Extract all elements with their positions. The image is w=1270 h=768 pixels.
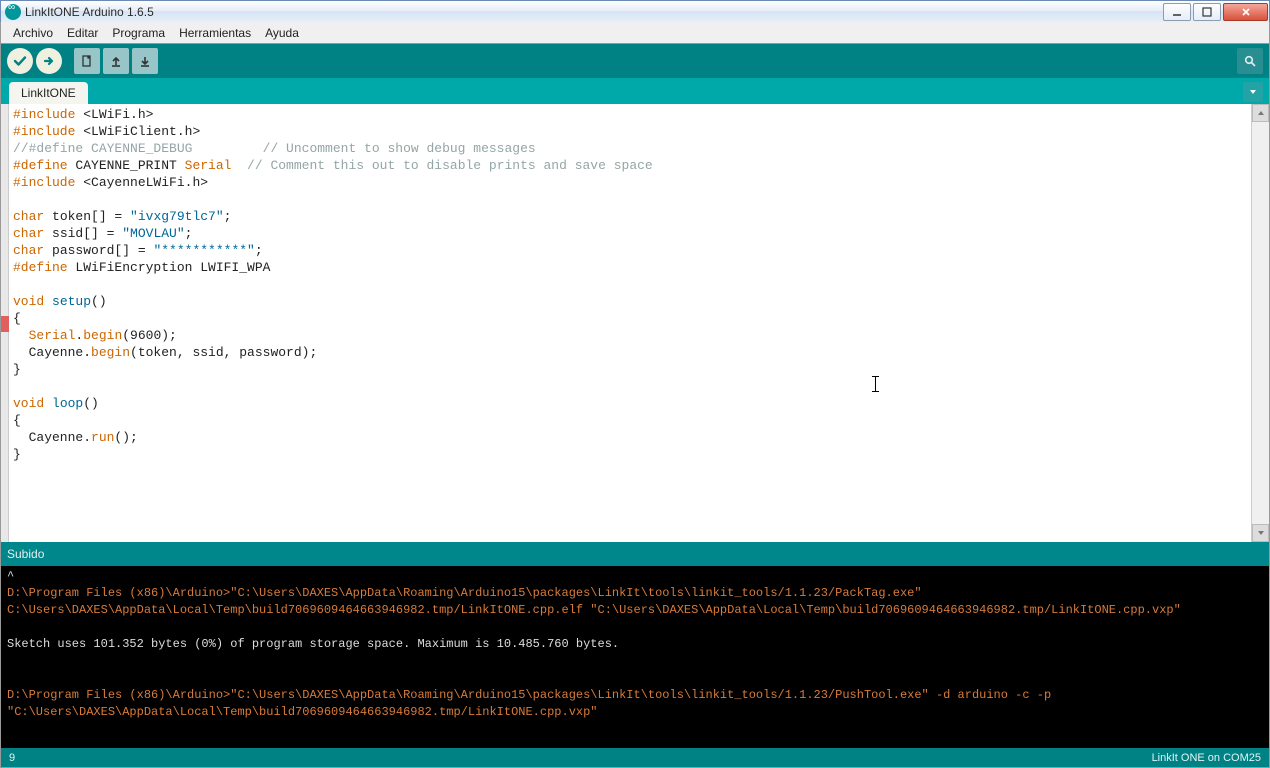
menu-edit[interactable]: Editar (61, 24, 104, 42)
output-console[interactable]: ^ D:\Program Files (x86)\Arduino>"C:\Use… (0, 566, 1270, 748)
window-title: LinkItONE Arduino 1.6.5 (25, 5, 1162, 19)
console-line: ^ (7, 569, 14, 583)
tab-bar: LinkItONE (0, 78, 1270, 104)
editor-pane: #include <LWiFi.h> #include <LWiFiClient… (0, 104, 1270, 542)
footer-status-bar: 9 LinkIt ONE on COM25 (0, 748, 1270, 768)
new-button[interactable] (74, 48, 100, 74)
editor-scrollbar[interactable] (1251, 104, 1269, 542)
menu-bar: Archivo Editar Programa Herramientas Ayu… (0, 22, 1270, 44)
line-number: 9 (9, 752, 15, 764)
open-button[interactable] (103, 48, 129, 74)
verify-button[interactable] (7, 48, 33, 74)
toolbar (0, 44, 1270, 78)
editor-gutter (1, 104, 9, 542)
serial-monitor-button[interactable] (1237, 48, 1263, 74)
gutter-mark (1, 316, 9, 332)
tab-menu-button[interactable] (1243, 82, 1263, 102)
menu-tools[interactable]: Herramientas (173, 24, 257, 42)
build-status-bar: Subido (0, 542, 1270, 566)
console-line: "C:\Users\DAXES\AppData\Local\Temp\build… (7, 705, 598, 719)
text-cursor-icon (875, 376, 876, 392)
upload-button[interactable] (36, 48, 62, 74)
code-editor[interactable]: #include <LWiFi.h> #include <LWiFiClient… (9, 104, 1251, 542)
console-line: D:\Program Files (x86)\Arduino>"C:\Users… (7, 688, 1058, 702)
save-button[interactable] (132, 48, 158, 74)
console-line: D:\Program Files (x86)\Arduino>"C:\Users… (7, 586, 929, 600)
window-titlebar: LinkItONE Arduino 1.6.5 (0, 0, 1270, 22)
app-icon (5, 4, 21, 20)
scroll-up-button[interactable] (1252, 104, 1269, 122)
scroll-down-button[interactable] (1252, 524, 1269, 542)
sketch-tab[interactable]: LinkItONE (9, 82, 88, 104)
close-button[interactable] (1223, 3, 1268, 21)
maximize-button[interactable] (1193, 3, 1221, 21)
minimize-button[interactable] (1163, 3, 1191, 21)
build-status-label: Subido (7, 547, 44, 561)
board-port-label: LinkIt ONE on COM25 (1152, 752, 1261, 764)
console-line: Sketch uses 101.352 bytes (0%) of progra… (7, 637, 619, 651)
menu-help[interactable]: Ayuda (259, 24, 305, 42)
console-line: C:\Users\DAXES\AppData\Local\Temp\build7… (7, 603, 1181, 617)
menu-file[interactable]: Archivo (7, 24, 59, 42)
menu-sketch[interactable]: Programa (106, 24, 171, 42)
